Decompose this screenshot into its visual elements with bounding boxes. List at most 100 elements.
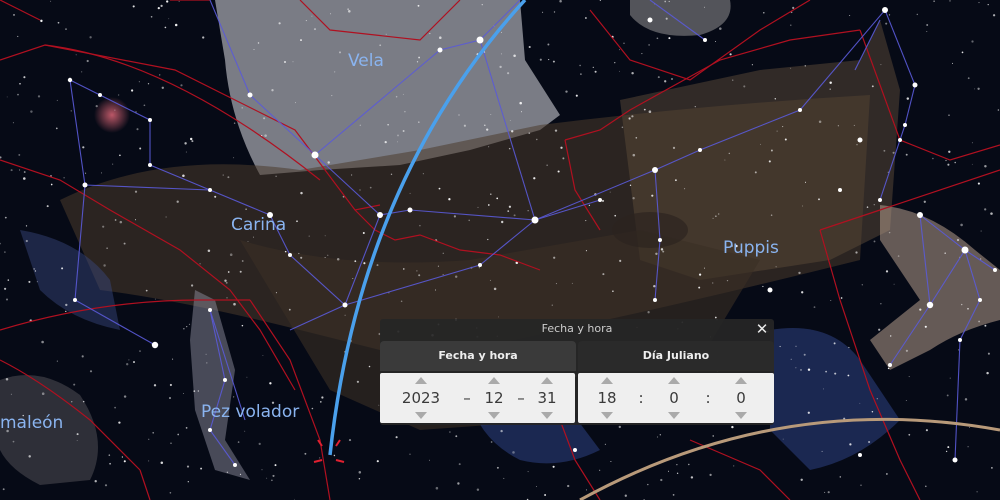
star — [770, 149, 773, 152]
close-icon[interactable]: ✕ — [754, 320, 770, 338]
star — [614, 62, 616, 64]
star — [672, 494, 675, 496]
bright-star — [898, 138, 902, 142]
star — [503, 477, 505, 479]
star — [908, 376, 910, 378]
star — [579, 64, 581, 67]
year-value[interactable]: 2023 — [393, 388, 449, 408]
star — [954, 161, 956, 164]
star — [28, 455, 31, 458]
star — [65, 303, 68, 307]
star — [17, 35, 19, 37]
hour-value[interactable]: 18 — [579, 388, 635, 408]
star — [305, 20, 307, 22]
month-spinner[interactable]: 12 — [476, 373, 512, 423]
star — [961, 303, 963, 306]
star — [184, 142, 187, 145]
constellation-label-carina: Carina — [231, 215, 287, 235]
star — [10, 169, 13, 172]
star — [562, 157, 565, 160]
star — [418, 274, 421, 277]
star — [978, 320, 980, 323]
star — [428, 459, 431, 461]
sky-view[interactable] — [0, 0, 1000, 500]
tab-date-time[interactable]: Fecha y hora — [380, 341, 576, 371]
bright-star — [653, 298, 657, 302]
bright-star — [952, 457, 958, 463]
star — [25, 225, 28, 227]
star — [36, 281, 38, 283]
day-down-arrow-icon[interactable] — [541, 412, 553, 419]
star — [946, 394, 949, 397]
star — [916, 13, 919, 16]
star — [71, 401, 73, 403]
star — [923, 200, 926, 203]
star — [554, 129, 558, 132]
star — [653, 284, 656, 288]
year-up-arrow-icon[interactable] — [415, 377, 427, 384]
day-up-arrow-icon[interactable] — [541, 377, 553, 384]
star — [70, 110, 72, 112]
star — [12, 440, 15, 443]
second-value[interactable]: 0 — [713, 388, 769, 408]
star — [551, 304, 553, 306]
date-time-dialog: Fecha y hora ✕ Fecha y hora Día Juliano … — [380, 319, 774, 425]
minute-spinner[interactable]: 0 — [656, 373, 692, 423]
star — [56, 360, 58, 362]
star — [262, 354, 264, 356]
star — [172, 358, 174, 360]
minute-up-arrow-icon[interactable] — [668, 377, 680, 384]
day-spinner[interactable]: 31 — [529, 373, 565, 423]
bright-star — [407, 207, 413, 213]
star — [803, 353, 806, 356]
second-up-arrow-icon[interactable] — [735, 377, 747, 384]
star — [672, 146, 676, 150]
star — [548, 59, 550, 61]
star — [944, 252, 946, 254]
minute-down-arrow-icon[interactable] — [668, 412, 680, 419]
star — [690, 476, 694, 479]
star — [489, 279, 491, 281]
month-up-arrow-icon[interactable] — [488, 377, 500, 384]
day-value[interactable]: 31 — [519, 388, 575, 408]
second-down-arrow-icon[interactable] — [735, 412, 747, 419]
star — [971, 142, 973, 144]
hour-up-arrow-icon[interactable] — [601, 377, 613, 384]
bright-star — [151, 341, 159, 349]
month-down-arrow-icon[interactable] — [488, 412, 500, 419]
bright-star — [67, 77, 73, 83]
second-spinner[interactable]: 0 — [723, 373, 759, 423]
minute-value[interactable]: 0 — [646, 388, 702, 408]
star — [324, 235, 326, 237]
star — [261, 469, 263, 471]
star — [647, 311, 650, 314]
star — [776, 130, 778, 132]
year-down-arrow-icon[interactable] — [415, 412, 427, 419]
star — [363, 262, 366, 265]
tab-julian-day[interactable]: Día Juliano — [578, 341, 774, 371]
star — [813, 306, 816, 308]
star — [726, 279, 729, 282]
bright-star — [208, 308, 212, 312]
year-spinner[interactable]: 2023 — [402, 373, 440, 423]
star — [284, 61, 286, 63]
star — [623, 42, 625, 44]
hour-spinner[interactable]: 18 — [589, 373, 625, 423]
bright-star — [658, 238, 662, 242]
star — [964, 398, 968, 401]
star — [880, 64, 882, 66]
star — [647, 483, 649, 486]
star — [840, 297, 843, 299]
star — [17, 93, 19, 96]
hour-down-arrow-icon[interactable] — [601, 412, 613, 419]
star — [560, 146, 563, 149]
star — [948, 150, 951, 153]
star — [980, 230, 982, 232]
star — [585, 489, 588, 491]
star — [311, 15, 313, 17]
star — [729, 53, 732, 56]
star — [731, 425, 734, 429]
star — [668, 37, 671, 40]
star — [732, 79, 734, 81]
star — [76, 433, 79, 436]
